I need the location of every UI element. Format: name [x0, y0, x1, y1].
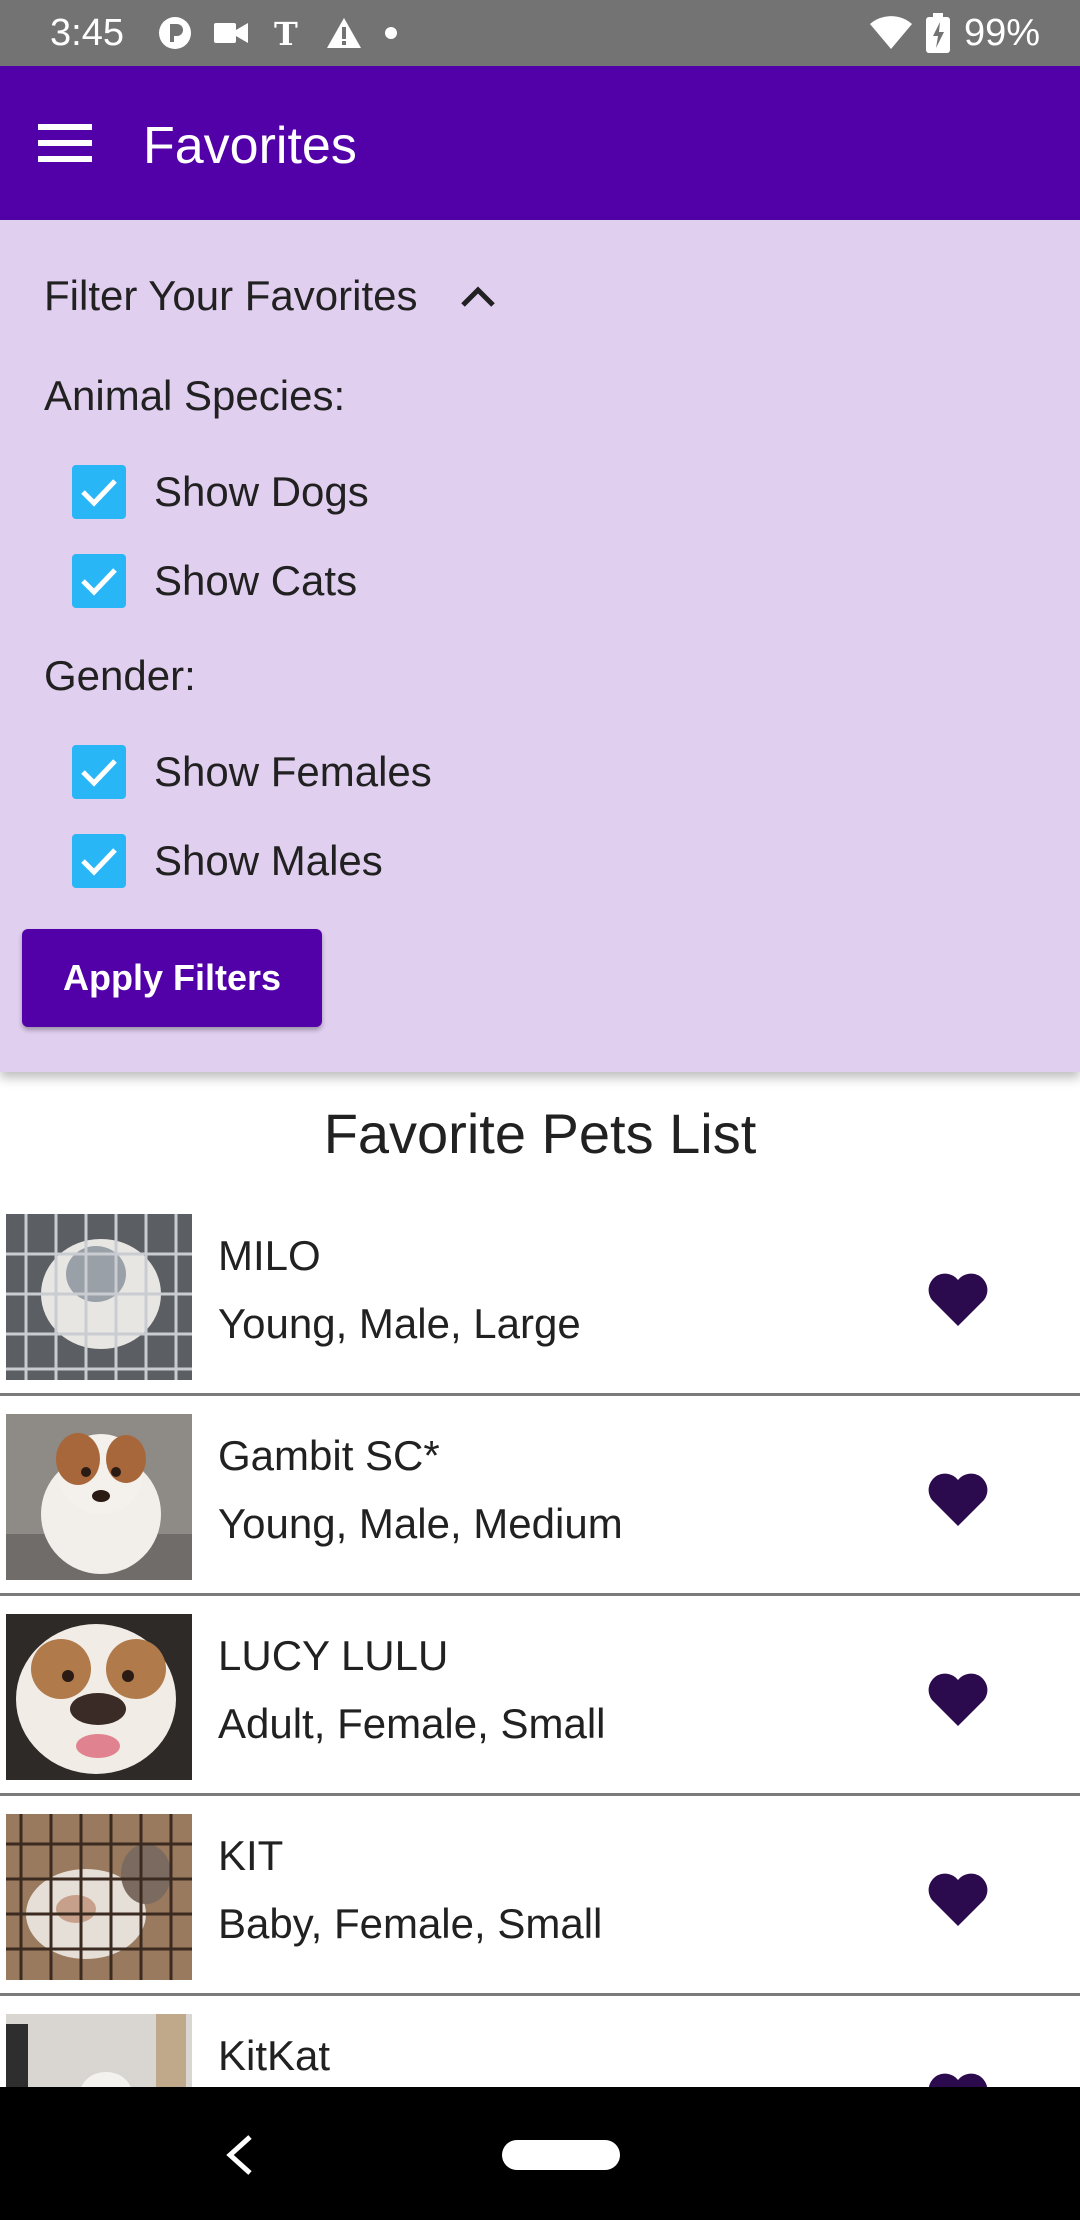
news-icon: T: [274, 16, 298, 50]
checkbox-label: Show Males: [154, 837, 383, 884]
pet-name: LUCY LULU: [218, 1632, 449, 1679]
check-icon: [81, 759, 117, 787]
pet-name: Gambit SC*: [218, 1432, 440, 1479]
menu-button[interactable]: [30, 110, 100, 176]
checkbox-checked[interactable]: [72, 465, 126, 519]
pet-description: Young, Male, Medium: [218, 1500, 623, 1547]
gender-label: Gender:: [44, 652, 196, 699]
navigation-bar: [0, 2087, 1080, 2220]
checkbox-show-females[interactable]: Show Females: [72, 741, 432, 803]
pet-description: Baby, Female, Small: [218, 1900, 603, 1947]
favorite-heart-icon[interactable]: [926, 1472, 990, 1528]
filter-toggle[interactable]: Filter Your Favorites: [44, 266, 498, 326]
status-time: 3:45: [50, 12, 124, 54]
pet-photo: [6, 1614, 192, 1780]
pet-description: Adult, Female, Small: [218, 1700, 606, 1747]
checkbox-label: Show Females: [154, 748, 432, 795]
checkbox-show-dogs[interactable]: Show Dogs: [72, 461, 369, 523]
check-icon: [81, 848, 117, 876]
svg-text:T: T: [274, 16, 298, 50]
checkbox-checked[interactable]: [72, 745, 126, 799]
favorite-heart-icon[interactable]: [926, 1272, 990, 1328]
checkbox-show-cats[interactable]: Show Cats: [72, 550, 357, 612]
checkbox-show-males[interactable]: Show Males: [72, 830, 383, 892]
filter-panel: Filter Your Favorites Animal Species: Sh…: [0, 220, 1080, 1072]
wifi-icon: [869, 16, 912, 49]
checkbox-checked[interactable]: [72, 554, 126, 608]
dot-icon: [385, 27, 397, 39]
favorite-heart-icon[interactable]: [926, 1872, 990, 1928]
video-camera-icon: [214, 23, 248, 43]
alert-icon: [327, 18, 361, 48]
checkbox-label: Show Dogs: [154, 468, 369, 515]
pet-photo: [6, 1214, 192, 1380]
pet-name: MILO: [218, 1232, 321, 1279]
apply-filters-button[interactable]: Apply Filters: [22, 929, 322, 1027]
system-icons: 99%: [869, 10, 1040, 56]
battery-icon: [925, 13, 950, 53]
page-title: Favorites: [143, 117, 357, 175]
checkbox-checked[interactable]: [72, 834, 126, 888]
chevron-up-icon: [458, 276, 498, 316]
back-icon[interactable]: [220, 2131, 260, 2179]
pet-list-item[interactable]: MILO Young, Male, Large: [0, 1196, 1080, 1396]
status-bar: 3:45 T 99%: [0, 0, 1080, 66]
list-title: Favorite Pets List: [323, 1102, 757, 1165]
pet-name: KIT: [218, 1832, 284, 1879]
pandora-icon: [159, 17, 191, 49]
check-icon: [81, 479, 117, 507]
home-pill[interactable]: [502, 2140, 620, 2170]
notification-icons: T: [158, 14, 398, 52]
check-icon: [81, 568, 117, 596]
battery-percent: 99%: [963, 12, 1040, 54]
filter-toggle-label: Filter Your Favorites: [44, 272, 418, 319]
pet-photo: [6, 1814, 192, 1980]
hamburger-menu-icon: [38, 124, 92, 162]
checkbox-label: Show Cats: [154, 557, 358, 604]
pet-list-item[interactable]: Gambit SC* Young, Male, Medium: [0, 1396, 1080, 1596]
pet-name: KitKat: [218, 2032, 331, 2079]
favorite-heart-icon[interactable]: [926, 1672, 990, 1728]
pet-list-item[interactable]: KIT Baby, Female, Small: [0, 1796, 1080, 1996]
pet-list-item[interactable]: LUCY LULU Adult, Female, Small: [0, 1596, 1080, 1796]
pet-description: Young, Male, Large: [218, 1300, 581, 1347]
pet-photo: [6, 1414, 192, 1580]
species-label: Animal Species:: [44, 372, 346, 419]
app-bar: Favorites: [0, 66, 1080, 220]
